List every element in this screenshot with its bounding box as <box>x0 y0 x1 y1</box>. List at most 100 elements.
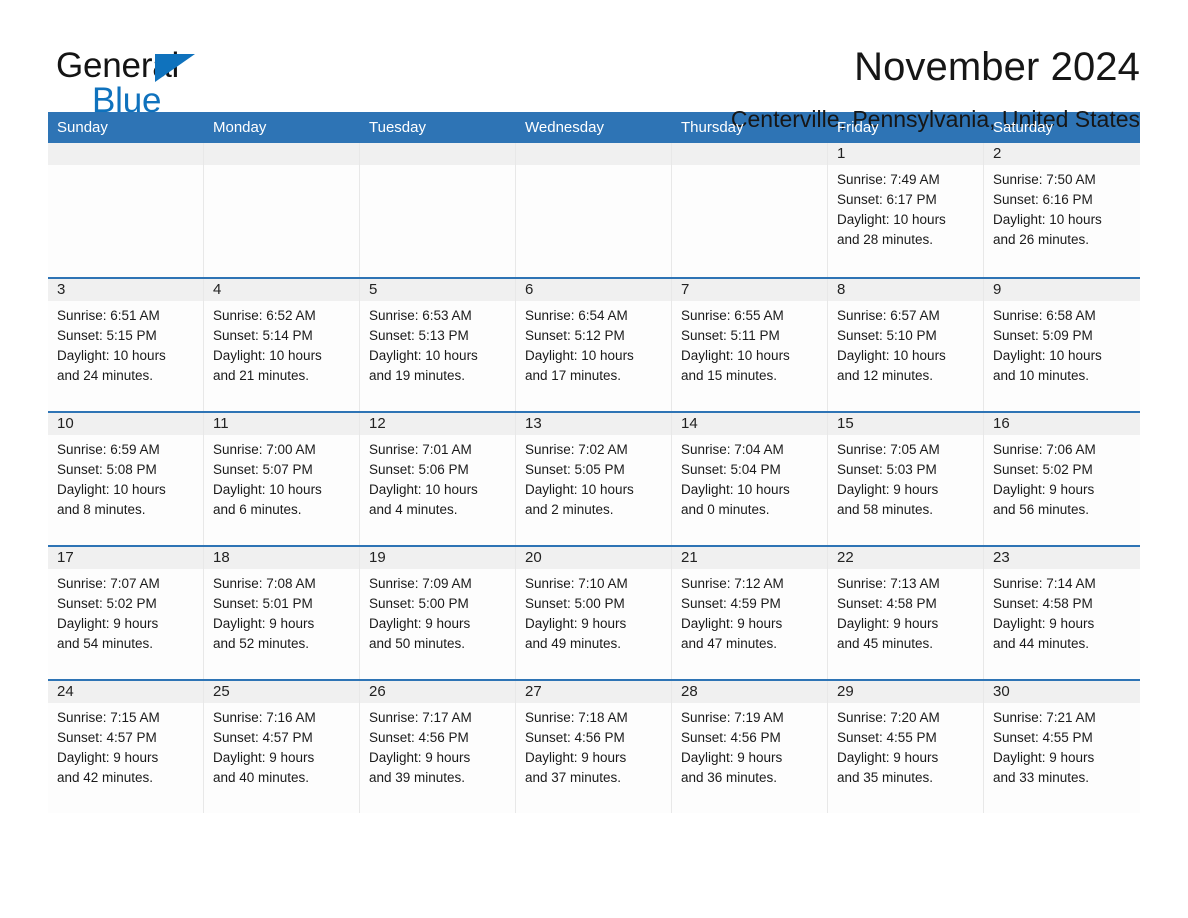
daylight-text: and 47 minutes. <box>681 636 778 651</box>
day-number-band: 5 <box>360 279 515 301</box>
day-cell-30[interactable]: 30 Sunrise: 7:21 AM Sunset: 4:55 PM Dayligh… <box>984 681 1140 813</box>
daylight-text: Daylight: 9 hours <box>369 750 471 765</box>
day-details: Sunrise: 6:59 AM Sunset: 5:08 PM Daylight:… <box>48 435 203 520</box>
sunset-text: Sunset: 4:55 PM <box>837 730 937 745</box>
day-cell-25[interactable]: 25 Sunrise: 7:16 AM Sunset: 4:57 PM Dayligh… <box>204 681 360 813</box>
day-cell-3[interactable]: 3 Sunrise: 6:51 AM Sunset: 5:15 PM Daylight… <box>48 279 204 411</box>
day-number: 7 <box>681 281 690 298</box>
sunrise-text: Sunrise: 6:52 AM <box>213 308 316 323</box>
sunrise-text: Sunrise: 6:55 AM <box>681 308 784 323</box>
day-cell-4[interactable]: 4 Sunrise: 6:52 AM Sunset: 5:14 PM Daylight… <box>204 279 360 411</box>
day-number: 3 <box>57 281 66 298</box>
sunrise-text: Sunrise: 6:54 AM <box>525 308 628 323</box>
day-number-band: 29 <box>828 681 983 703</box>
sunrise-text: Sunrise: 6:59 AM <box>57 442 160 457</box>
daylight-text: Daylight: 9 hours <box>681 616 783 631</box>
sunrise-text: Sunrise: 7:04 AM <box>681 442 784 457</box>
daylight-text: Daylight: 10 hours <box>993 348 1102 363</box>
day-cell-8[interactable]: 8 Sunrise: 6:57 AM Sunset: 5:10 PM Daylight… <box>828 279 984 411</box>
daylight-text: Daylight: 9 hours <box>681 750 783 765</box>
day-number-band: 9 <box>984 279 1140 301</box>
day-number-band: 7 <box>672 279 827 301</box>
day-cell-24[interactable]: 24 Sunrise: 7:15 AM Sunset: 4:57 PM Dayligh… <box>48 681 204 813</box>
day-number: 18 <box>213 549 230 566</box>
triangle-icon <box>155 54 195 82</box>
sunset-text: Sunset: 4:59 PM <box>681 596 781 611</box>
daylight-text: and 50 minutes. <box>369 636 466 651</box>
daylight-text: and 8 minutes. <box>57 502 146 517</box>
day-cell-5[interactable]: 5 Sunrise: 6:53 AM Sunset: 5:13 PM Daylight… <box>360 279 516 411</box>
sunset-text: Sunset: 4:56 PM <box>525 730 625 745</box>
day-cell-27[interactable]: 27 Sunrise: 7:18 AM Sunset: 4:56 PM Dayligh… <box>516 681 672 813</box>
day-cell-20[interactable]: 20 Sunrise: 7:10 AM Sunset: 5:00 PM Dayligh… <box>516 547 672 679</box>
day-details: Sunrise: 6:52 AM Sunset: 5:14 PM Daylight:… <box>204 301 359 386</box>
day-cell-19[interactable]: 19 Sunrise: 7:09 AM Sunset: 5:00 PM Dayligh… <box>360 547 516 679</box>
day-number: 20 <box>525 549 542 566</box>
day-cell-13[interactable]: 13 Sunrise: 7:02 AM Sunset: 5:05 PM Dayligh… <box>516 413 672 545</box>
day-number-band: 17 <box>48 547 203 569</box>
day-number-band: 19 <box>360 547 515 569</box>
daylight-text: Daylight: 10 hours <box>213 348 322 363</box>
day-number: 4 <box>213 281 222 298</box>
day-details: Sunrise: 6:55 AM Sunset: 5:11 PM Daylight:… <box>672 301 827 386</box>
day-number: 25 <box>213 683 230 700</box>
sunset-text: Sunset: 5:03 PM <box>837 462 937 477</box>
day-cell-9[interactable]: 9 Sunrise: 6:58 AM Sunset: 5:09 PM Daylight… <box>984 279 1140 411</box>
day-cell-6[interactable]: 6 Sunrise: 6:54 AM Sunset: 5:12 PM Daylight… <box>516 279 672 411</box>
day-cell-empty <box>516 143 672 277</box>
daylight-text: and 58 minutes. <box>837 502 934 517</box>
day-cell-2[interactable]: 2 Sunrise: 7:50 AM Sunset: 6:16 PM Daylight… <box>984 143 1140 277</box>
day-cell-26[interactable]: 26 Sunrise: 7:17 AM Sunset: 4:56 PM Dayligh… <box>360 681 516 813</box>
day-cell-29[interactable]: 29 Sunrise: 7:20 AM Sunset: 4:55 PM Dayligh… <box>828 681 984 813</box>
weekday-header-friday: Friday <box>837 119 879 136</box>
sunrise-text: Sunrise: 7:08 AM <box>213 576 316 591</box>
sunrise-text: Sunrise: 6:53 AM <box>369 308 472 323</box>
page-header: General Blue November 2024 Centerville, … <box>0 0 1188 132</box>
calendar-page: General Blue November 2024 Centerville, … <box>0 0 1188 918</box>
day-cell-1[interactable]: 1 Sunrise: 7:49 AM Sunset: 6:17 PM Daylight… <box>828 143 984 277</box>
day-details <box>48 165 203 170</box>
day-cell-empty <box>672 143 828 277</box>
day-number: 27 <box>525 683 542 700</box>
day-cell-15[interactable]: 15 Sunrise: 7:05 AM Sunset: 5:03 PM Dayligh… <box>828 413 984 545</box>
sunrise-text: Sunrise: 7:15 AM <box>57 710 160 725</box>
daylight-text: Daylight: 10 hours <box>681 482 790 497</box>
weekday-header-row: Sunday Monday Tuesday Wednesday Thursday Frid… <box>48 112 1140 143</box>
day-cell-23[interactable]: 23 Sunrise: 7:14 AM Sunset: 4:58 PM Dayligh… <box>984 547 1140 679</box>
day-details: Sunrise: 7:08 AM Sunset: 5:01 PM Daylight:… <box>204 569 359 654</box>
day-cell-16[interactable]: 16 Sunrise: 7:06 AM Sunset: 5:02 PM Dayligh… <box>984 413 1140 545</box>
sunset-text: Sunset: 5:02 PM <box>57 596 157 611</box>
sunrise-text: Sunrise: 7:10 AM <box>525 576 628 591</box>
sunrise-text: Sunrise: 6:57 AM <box>837 308 940 323</box>
day-number-band: 30 <box>984 681 1140 703</box>
day-cell-17[interactable]: 17 Sunrise: 7:07 AM Sunset: 5:02 PM Dayligh… <box>48 547 204 679</box>
daylight-text: and 10 minutes. <box>993 368 1090 383</box>
daylight-text: Daylight: 10 hours <box>369 348 478 363</box>
general-blue-logo[interactable]: General Blue <box>56 44 216 118</box>
daylight-text: and 33 minutes. <box>993 770 1090 785</box>
day-cell-22[interactable]: 22 Sunrise: 7:13 AM Sunset: 4:58 PM Dayligh… <box>828 547 984 679</box>
sunset-text: Sunset: 5:15 PM <box>57 328 157 343</box>
sunset-text: Sunset: 6:17 PM <box>837 192 937 207</box>
day-number-band: 18 <box>204 547 359 569</box>
day-cell-10[interactable]: 10 Sunrise: 6:59 AM Sunset: 5:08 PM Dayligh… <box>48 413 204 545</box>
day-cell-14[interactable]: 14 Sunrise: 7:04 AM Sunset: 5:04 PM Dayligh… <box>672 413 828 545</box>
daylight-text: and 45 minutes. <box>837 636 934 651</box>
daylight-text: and 37 minutes. <box>525 770 622 785</box>
day-cell-7[interactable]: 7 Sunrise: 6:55 AM Sunset: 5:11 PM Daylight… <box>672 279 828 411</box>
calendar-grid: Sunday Monday Tuesday Wednesday Thursday Frid… <box>48 112 1140 813</box>
day-cell-28[interactable]: 28 Sunrise: 7:19 AM Sunset: 4:56 PM Dayligh… <box>672 681 828 813</box>
day-details: Sunrise: 7:16 AM Sunset: 4:57 PM Daylight:… <box>204 703 359 788</box>
day-number-band: 12 <box>360 413 515 435</box>
day-cell-12[interactable]: 12 Sunrise: 7:01 AM Sunset: 5:06 PM Dayligh… <box>360 413 516 545</box>
day-cell-18[interactable]: 18 Sunrise: 7:08 AM Sunset: 5:01 PM Dayligh… <box>204 547 360 679</box>
day-cell-21[interactable]: 21 Sunrise: 7:12 AM Sunset: 4:59 PM Dayligh… <box>672 547 828 679</box>
day-number-band <box>48 143 203 165</box>
daylight-text: Daylight: 10 hours <box>681 348 790 363</box>
day-details: Sunrise: 7:17 AM Sunset: 4:56 PM Daylight:… <box>360 703 515 788</box>
day-details: Sunrise: 6:57 AM Sunset: 5:10 PM Daylight:… <box>828 301 983 386</box>
sunrise-text: Sunrise: 7:17 AM <box>369 710 472 725</box>
day-cell-11[interactable]: 11 Sunrise: 7:00 AM Sunset: 5:07 PM Dayligh… <box>204 413 360 545</box>
sunset-text: Sunset: 4:57 PM <box>57 730 157 745</box>
weekday-header-saturday: Saturday <box>993 119 1054 136</box>
